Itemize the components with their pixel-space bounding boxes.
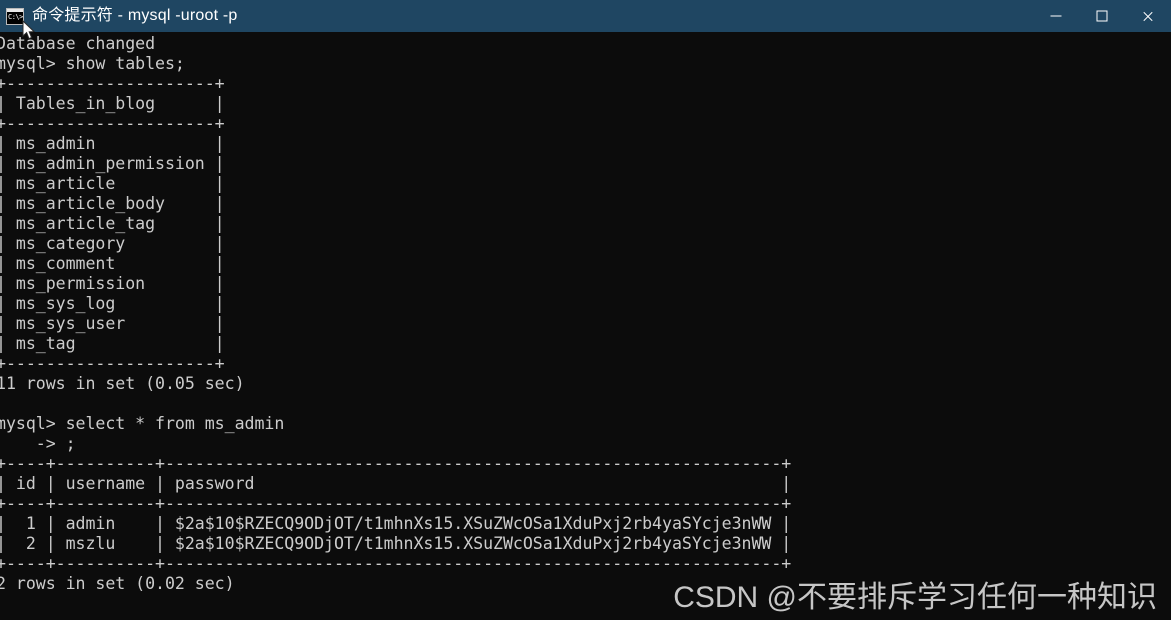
- cmd-console-icon: C:\>: [6, 7, 24, 25]
- close-icon: [1142, 10, 1154, 22]
- minimize-icon: [1050, 15, 1062, 17]
- console-output-area[interactable]: Database changed mysql> show tables; +--…: [0, 32, 1171, 620]
- minimize-button[interactable]: [1033, 0, 1079, 32]
- icon-prompt-text: C:\>: [8, 12, 23, 21]
- window-titlebar[interactable]: C:\> 命令提示符 - mysql -uroot -p: [0, 0, 1171, 32]
- console-text: Database changed mysql> show tables; +--…: [0, 34, 792, 593]
- maximize-button[interactable]: [1079, 0, 1125, 32]
- window-title: 命令提示符 - mysql -uroot -p: [32, 7, 238, 24]
- maximize-icon: [1096, 10, 1108, 22]
- console-window: C:\> 命令提示符 - mysql -uroot -p Database ch…: [0, 0, 1171, 620]
- close-button[interactable]: [1125, 0, 1171, 32]
